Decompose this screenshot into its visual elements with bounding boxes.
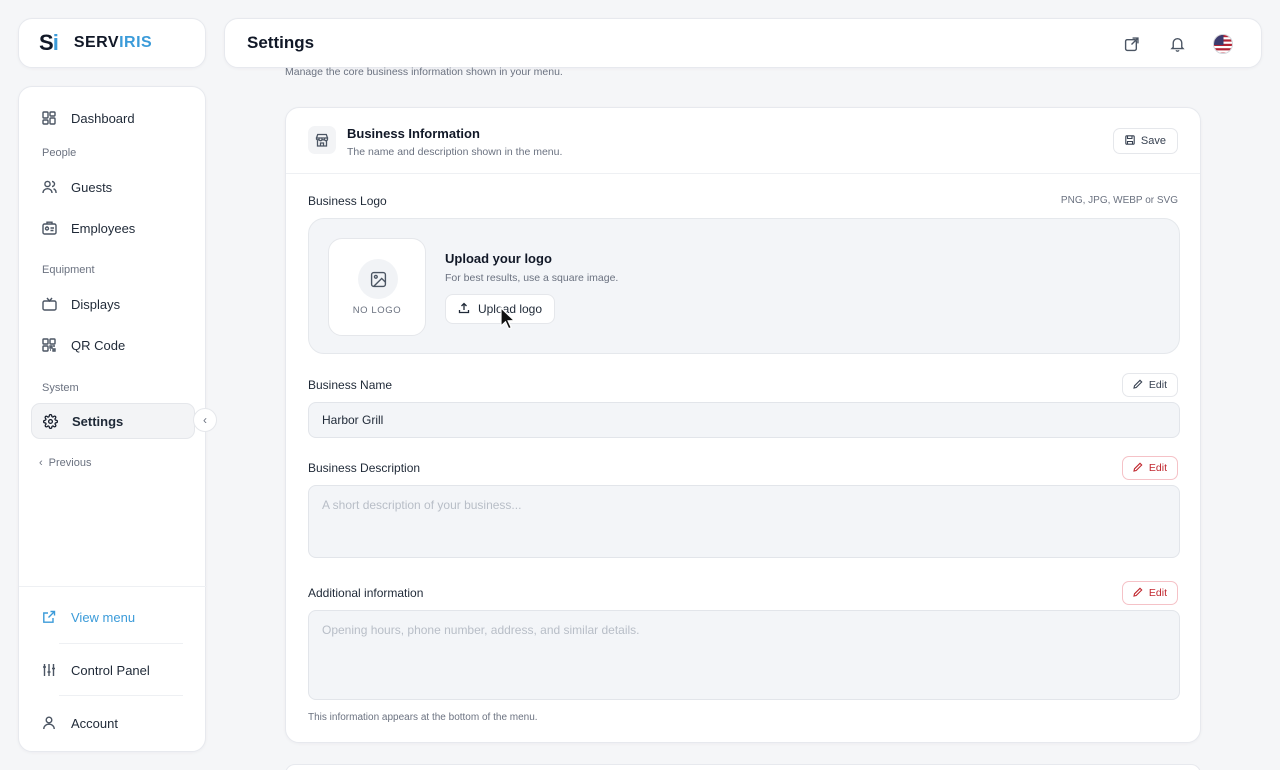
sidebar-item-label: Employees: [71, 220, 136, 236]
sidebar-item-label: Settings: [72, 413, 124, 429]
brand-name-suffix: IRIS: [119, 34, 153, 51]
edit-description-button[interactable]: Edit: [1121, 456, 1178, 480]
qr-code-icon: [41, 337, 57, 353]
external-link-icon: [41, 609, 57, 625]
additional-information-label: Additional information: [308, 586, 424, 600]
bell-icon[interactable]: [1167, 34, 1187, 54]
previous-label: Previous: [48, 457, 92, 469]
sliders-icon: [41, 662, 57, 678]
panel-subtitle: The name and description shown in the me…: [347, 146, 563, 158]
brand-mark-i: i: [52, 30, 59, 55]
chevron-left-icon: ‹: [39, 457, 43, 469]
account-link[interactable]: Account: [31, 705, 195, 741]
store-icon: [308, 126, 336, 154]
id-card-icon: [41, 220, 57, 236]
business-logo-label: Business Logo: [308, 194, 387, 208]
sidebar-item-employees[interactable]: Employees: [31, 210, 195, 246]
additional-information-note: This information appears at the bottom o…: [308, 712, 538, 723]
user-icon: [41, 715, 57, 731]
brand-mark: Si: [39, 30, 59, 56]
brand-logo[interactable]: Si SERVIRIS: [18, 18, 206, 68]
section-system: System: [42, 382, 79, 394]
edit-name-button[interactable]: Edit: [1121, 373, 1178, 397]
logo-upload-zone[interactable]: NO LOGO Upload your logo For best result…: [308, 218, 1180, 354]
sidebar-item-label: QR Code: [71, 337, 126, 353]
sidebar-item-settings[interactable]: Settings: [31, 403, 195, 439]
sidebar-item-qr-code[interactable]: QR Code: [31, 327, 195, 363]
business-description-field[interactable]: A short description of your business...: [308, 485, 1180, 558]
edit-additional-button[interactable]: Edit: [1121, 581, 1178, 605]
sidebar-item-label: Guests: [71, 179, 113, 195]
pencil-icon: [1133, 462, 1143, 475]
business-information-panel: Business Information The name and descri…: [285, 107, 1201, 743]
divider: [59, 695, 183, 696]
divider: [59, 643, 183, 644]
logo-format-hint: PNG, JPG, WEBP or SVG: [1060, 195, 1178, 206]
logo-placeholder: NO LOGO: [328, 238, 426, 336]
sidebar-item-displays[interactable]: Displays: [31, 286, 195, 322]
business-description-label: Business Description: [308, 461, 421, 475]
external-link-icon[interactable]: [1121, 34, 1141, 54]
save-button[interactable]: Save: [1112, 128, 1178, 154]
pencil-icon: [1133, 379, 1143, 392]
page-subtitle: Manage the core business information sho…: [285, 66, 563, 78]
no-logo-text: NO LOGO: [352, 305, 402, 316]
previous-link[interactable]: ‹ Previous: [39, 457, 91, 469]
sidebar-item-label: Dashboard: [71, 110, 135, 126]
section-people: People: [42, 147, 77, 159]
brand-mark-s: S: [39, 30, 54, 55]
sidebar-item-label: Account: [71, 715, 118, 731]
section-equipment: Equipment: [42, 264, 95, 276]
business-name-field[interactable]: Harbor Grill: [308, 402, 1180, 438]
edit-label: Edit: [1148, 379, 1167, 391]
view-menu-link[interactable]: View menu: [31, 599, 195, 635]
next-card-edge: [285, 764, 1201, 770]
users-icon: [41, 179, 57, 195]
sidebar-item-dashboard[interactable]: Dashboard: [31, 100, 195, 136]
image-icon: [358, 259, 398, 299]
tv-icon: [41, 296, 57, 312]
control-panel-link[interactable]: Control Panel: [31, 652, 195, 688]
sidebar-item-guests[interactable]: Guests: [31, 169, 195, 205]
mouse-cursor-icon: [500, 307, 516, 330]
edit-label: Edit: [1148, 462, 1167, 474]
sidebar-item-label: View menu: [71, 609, 136, 625]
gear-icon: [42, 413, 58, 429]
brand-name: SERVIRIS: [74, 34, 152, 52]
collapse-sidebar-button[interactable]: ‹: [193, 408, 217, 432]
dashboard-icon: [41, 110, 57, 126]
brand-name-prefix: SERV: [73, 34, 120, 51]
upload-hint: For best results, use a square image.: [445, 272, 619, 284]
chevron-left-icon: ‹: [203, 413, 207, 427]
us-flag-icon[interactable]: [1213, 34, 1233, 54]
upload-title: Upload your logo: [445, 251, 552, 266]
edit-label: Edit: [1148, 587, 1167, 599]
pencil-icon: [1133, 587, 1143, 600]
business-name-label: Business Name: [308, 378, 393, 392]
save-label: Save: [1140, 135, 1166, 147]
top-bar: Settings: [224, 18, 1262, 68]
sidebar-item-label: Control Panel: [71, 662, 150, 678]
save-icon: [1125, 134, 1135, 148]
panel-header: Business Information The name and descri…: [286, 108, 1200, 174]
panel-title: Business Information: [347, 126, 480, 141]
sidebar-item-label: Displays: [71, 296, 121, 312]
sidebar: Dashboard People Guests Employees Equipm…: [18, 86, 207, 752]
page-title: Settings: [247, 33, 315, 52]
additional-information-field[interactable]: Opening hours, phone number, address, an…: [308, 610, 1180, 700]
divider: [19, 586, 207, 587]
upload-icon: [458, 302, 470, 317]
